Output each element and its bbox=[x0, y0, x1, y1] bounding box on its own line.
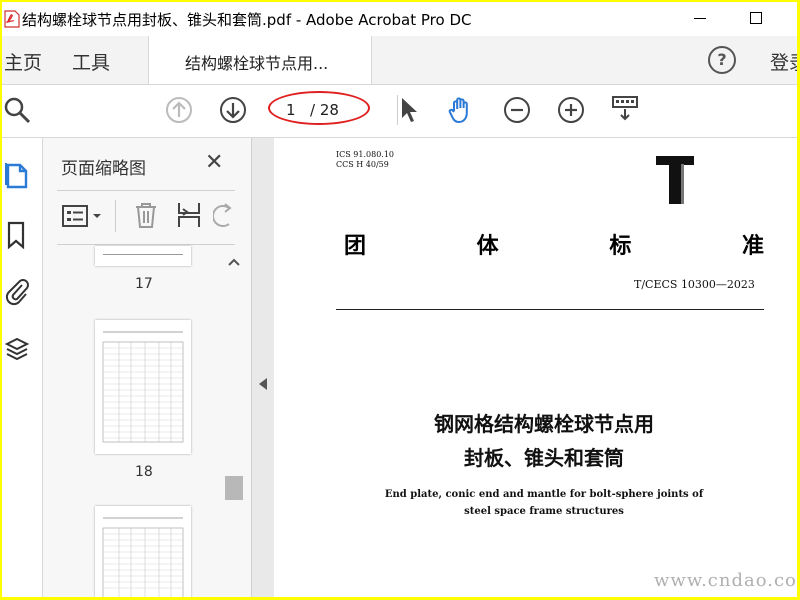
page-number-box: 1 / 28 bbox=[268, 91, 370, 125]
window-title: 结构螺栓球节点用封板、锥头和套筒.pdf - Adobe Acrobat Pro… bbox=[22, 11, 472, 29]
annotation-circle bbox=[268, 91, 370, 125]
panel-tools-divider bbox=[115, 200, 116, 232]
prev-page-icon[interactable] bbox=[164, 95, 194, 125]
close-icon[interactable]: ✕ bbox=[205, 150, 223, 175]
standard-t-logo bbox=[656, 156, 694, 204]
tab-document[interactable]: 结构螺栓球节点用... bbox=[148, 36, 372, 84]
doc-standard-number: T/CECS 10300—2023 bbox=[634, 278, 755, 291]
document-view[interactable]: ICS 91.080.10 CCS H 40/59 团 体 标 准 T/CECS… bbox=[274, 138, 797, 597]
next-page-icon[interactable] bbox=[218, 95, 248, 125]
doc-title-cn-line2: 封板、锥头和套筒 bbox=[464, 446, 624, 470]
doc-ics: ICS 91.080.10 bbox=[336, 150, 395, 159]
panel-collapse-strip[interactable] bbox=[252, 138, 274, 597]
bookmark-icon[interactable] bbox=[4, 220, 30, 250]
doc-title-cn-line1: 钢网格结构螺栓球节点用 bbox=[434, 412, 654, 436]
zoom-in-icon[interactable] bbox=[556, 95, 586, 125]
scroll-up-icon[interactable] bbox=[226, 254, 242, 270]
scrollbar-thumb[interactable] bbox=[225, 476, 243, 500]
tab-home[interactable]: 主页 bbox=[4, 48, 42, 75]
panel-title: 页面缩略图 bbox=[61, 159, 146, 179]
tab-bar: 主页 工具 结构螺栓球节点用... ? 登录 bbox=[2, 36, 797, 85]
thumbnail-options-icon[interactable] bbox=[61, 202, 107, 230]
search-icon[interactable] bbox=[2, 95, 32, 125]
layers-icon[interactable] bbox=[4, 334, 30, 364]
select-arrow-icon[interactable] bbox=[394, 95, 424, 125]
thumbnail-table-preview bbox=[102, 331, 184, 443]
panel-divider bbox=[57, 244, 235, 245]
tab-tools[interactable]: 工具 bbox=[72, 48, 110, 75]
doc-headline-char: 标 bbox=[609, 234, 632, 259]
thumbnails-panel: 页面缩略图 ✕ 17 18 bbox=[43, 138, 252, 597]
thumbnail-page-18[interactable] bbox=[95, 320, 191, 454]
doc-classification: ICS 91.080.10 CCS H 40/59 bbox=[336, 150, 394, 170]
doc-ccs: CCS H 40/59 bbox=[336, 160, 389, 169]
page-thumbnails-icon[interactable] bbox=[4, 160, 30, 190]
help-icon[interactable]: ? bbox=[708, 46, 736, 74]
attachment-icon[interactable] bbox=[4, 276, 30, 306]
trash-icon[interactable] bbox=[133, 200, 159, 230]
doc-headline-char: 体 bbox=[476, 234, 499, 259]
tab-document-label: 结构螺栓球节点用... bbox=[185, 54, 329, 73]
doc-rule-line bbox=[336, 309, 764, 310]
thumbnail-table-preview bbox=[102, 517, 184, 597]
app-window: 结构螺栓球节点用封板、锥头和套筒.pdf - Adobe Acrobat Pro… bbox=[2, 2, 797, 597]
toolbar: 1 / 28 bbox=[2, 85, 797, 138]
thumbnail-label-18: 18 bbox=[135, 464, 153, 480]
minimize-button[interactable] bbox=[688, 7, 712, 29]
thumbnail-content-line bbox=[103, 254, 183, 255]
left-rail bbox=[2, 138, 43, 597]
thumbnail-page-17[interactable] bbox=[95, 246, 191, 266]
collapse-arrow-icon[interactable] bbox=[259, 378, 267, 390]
panel-toolbar bbox=[57, 196, 237, 236]
insert-page-icon[interactable] bbox=[175, 200, 203, 230]
doc-title-en-line2: steel space frame structures bbox=[464, 506, 624, 517]
doc-headline: 团 体 标 准 bbox=[344, 228, 764, 260]
doc-headline-char: 准 bbox=[741, 234, 764, 259]
login-button[interactable]: 登录 bbox=[770, 48, 797, 75]
pdf-file-icon bbox=[4, 10, 20, 28]
keyboard-scroll-icon[interactable] bbox=[610, 93, 640, 123]
zoom-out-icon[interactable] bbox=[502, 95, 532, 125]
doc-headline-char: 团 bbox=[344, 234, 367, 259]
rotate-icon[interactable] bbox=[213, 202, 237, 230]
site-watermark: www.cndao.com bbox=[654, 570, 797, 591]
hand-tool-icon[interactable] bbox=[446, 95, 476, 125]
panel-divider bbox=[57, 190, 235, 191]
title-bar: 结构螺栓球节点用封板、锥头和套筒.pdf - Adobe Acrobat Pro… bbox=[2, 2, 797, 36]
doc-title-en-line1: End plate, conic end and mantle for bolt… bbox=[384, 489, 704, 500]
maximize-button[interactable] bbox=[744, 7, 768, 29]
thumbnail-label-17: 17 bbox=[135, 276, 153, 292]
thumbnail-page-19[interactable] bbox=[95, 506, 191, 597]
panel-scrollbar[interactable] bbox=[224, 250, 244, 597]
